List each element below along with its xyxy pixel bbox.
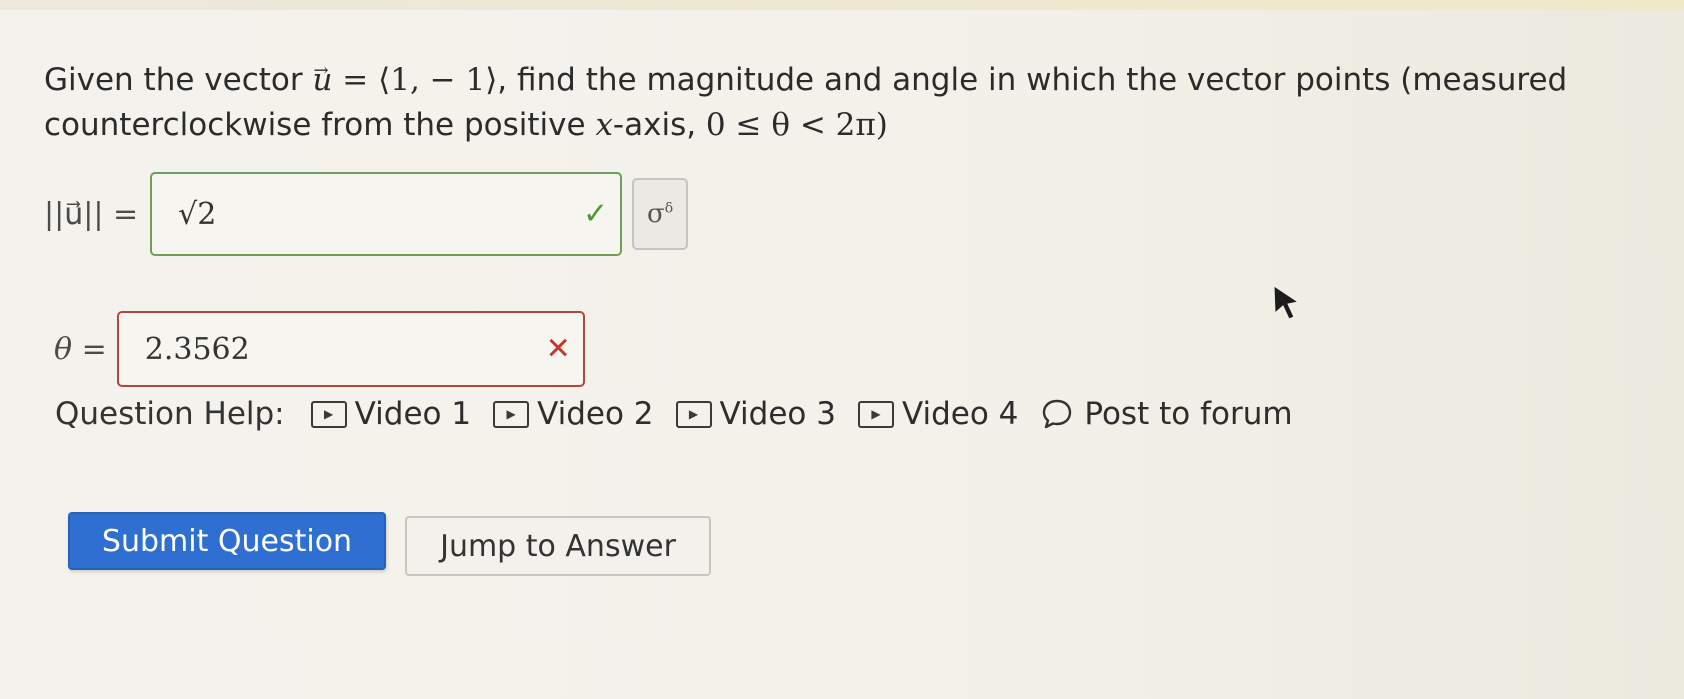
video-2-link[interactable]: ▶ Video 2: [493, 396, 654, 432]
x-variable: x: [595, 107, 613, 143]
angle-row: θ = 2.3562 ✕: [54, 311, 585, 387]
angle-label: θ =: [54, 331, 107, 367]
angle-input[interactable]: 2.3562 ✕: [116, 311, 585, 387]
question-help-label: Question Help:: [55, 396, 285, 432]
magnitude-label: ||u⃗|| =: [44, 196, 139, 232]
submit-question-button[interactable]: Submit Question: [68, 512, 386, 570]
post-to-forum-link[interactable]: Post to forum: [1040, 396, 1293, 432]
top-strip: [0, 0, 1684, 10]
angle-range: 0 ≤ θ < 2π): [705, 107, 888, 143]
vector-symbol: → u: [312, 58, 332, 103]
check-icon: ✓: [582, 196, 609, 232]
cross-icon: ✕: [545, 331, 571, 367]
play-icon: ▶: [675, 400, 712, 428]
play-icon: ▶: [310, 400, 347, 428]
preview-button[interactable]: σδ: [632, 178, 689, 250]
question-help: Question Help: ▶ Video 1 ▶ Video 2 ▶ Vid…: [55, 396, 1315, 432]
magnitude-input[interactable]: √2 ✓: [150, 172, 623, 256]
angle-value: 2.3562: [144, 331, 250, 367]
play-icon: ▶: [493, 400, 530, 428]
video-1-link[interactable]: ▶ Video 1: [310, 396, 471, 432]
magnitude-row: ||u⃗|| = √2 ✓ σδ: [44, 172, 689, 256]
question-equals: =: [332, 62, 379, 98]
question-text: Given the vector → u = ⟨1, − 1⟩, find the…: [44, 58, 1644, 148]
magnitude-value: √2: [178, 196, 217, 232]
play-icon: ▶: [857, 400, 894, 428]
video-4-link[interactable]: ▶ Video 4: [857, 396, 1018, 432]
vector-arrow: →: [313, 60, 329, 81]
question-prefix: Given the vector: [44, 62, 313, 98]
vector-value: ⟨1, − 1⟩: [378, 62, 498, 98]
video-3-link[interactable]: ▶ Video 3: [675, 396, 836, 432]
question-axis-text: -axis,: [612, 107, 706, 143]
page: Given the vector → u = ⟨1, − 1⟩, find the…: [0, 0, 1684, 699]
preview-icon: σδ: [647, 199, 674, 229]
chat-bubble-icon: [1043, 399, 1072, 429]
mouse-cursor-icon: [1273, 285, 1300, 320]
jump-to-answer-button[interactable]: Jump to Answer: [405, 516, 711, 576]
